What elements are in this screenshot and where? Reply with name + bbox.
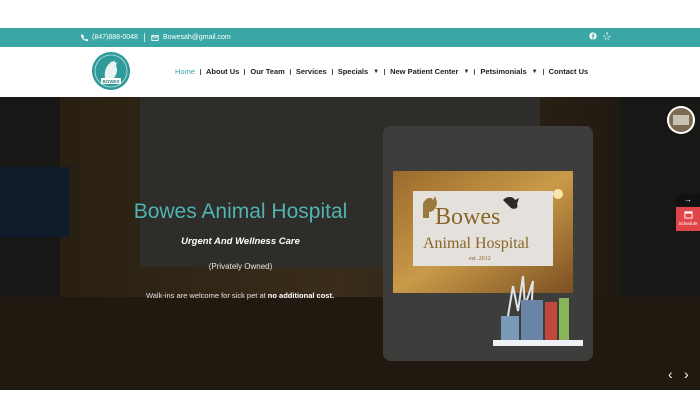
chevron-down-icon: ▼ — [463, 68, 470, 75]
contact-info: (847)888-0048 Bowesah@gmail.com — [80, 33, 231, 42]
site-logo[interactable]: BOWES — [92, 52, 130, 90]
logo-graphic — [92, 52, 130, 90]
top-contact-bar: (847)888-0048 Bowesah@gmail.com — [0, 28, 700, 47]
yelp-icon[interactable] — [603, 32, 611, 40]
nav-label: Petsimonials — [480, 67, 527, 76]
schedule-button[interactable]: Schedule — [676, 207, 700, 231]
nav-contact-us[interactable]: Contact Us — [549, 67, 589, 76]
slider-next-arrow[interactable]: › — [684, 366, 689, 382]
slider-prev-arrow[interactable]: ‹ — [668, 366, 673, 382]
walkin-prefix: Walk-ins are welcome for sick pet at — [145, 291, 268, 300]
hero-title: Bowes Animal Hospital — [133, 200, 348, 223]
nav-divider — [542, 68, 544, 75]
nav-specials[interactable]: Specials ▼ — [338, 67, 379, 76]
divider — [143, 33, 145, 42]
nav-home[interactable]: Home — [175, 67, 195, 76]
nav-divider — [384, 68, 386, 75]
nav-label: Services — [295, 67, 327, 76]
phone-icon — [80, 34, 88, 41]
walkin-highlight: no additional cost. — [267, 291, 335, 300]
side-arrow-button[interactable]: → — [676, 194, 700, 206]
email-address[interactable]: Bowesah@gmail.com — [163, 34, 231, 41]
hero-walkin-text: Walk-ins are welcome for sick pet at no … — [100, 291, 380, 300]
nav-our-team[interactable]: Our Team — [250, 67, 284, 76]
nav-new-patient-center[interactable]: New Patient Center ▼ — [390, 67, 469, 76]
main-navigation: Home About Us Our Team Services Specials… — [175, 67, 588, 76]
chevron-down-icon: ▼ — [531, 68, 538, 75]
hero-ownership: (Privately Owned) — [208, 262, 273, 271]
calendar-icon — [683, 211, 693, 219]
phone-number[interactable]: (847)888-0048 — [92, 34, 138, 41]
sign-line3: est. 2012 — [469, 256, 491, 262]
nav-services[interactable]: Services — [296, 67, 327, 76]
chevron-down-icon: ▼ — [373, 68, 380, 75]
nav-divider — [200, 68, 202, 75]
nav-label: About Us — [206, 67, 240, 76]
nav-about-us[interactable]: About Us — [206, 67, 239, 76]
sign-line1: Bowes — [435, 204, 500, 230]
nav-divider — [331, 68, 333, 75]
hero-subtitle: Urgent And Wellness Care — [181, 236, 300, 247]
thumbnail-image — [667, 106, 695, 134]
facebook-icon[interactable] — [589, 32, 597, 40]
nav-label: Contact Us — [548, 67, 589, 76]
nav-petsimonials[interactable]: Petsimonials ▼ — [480, 67, 537, 76]
nav-label: Home — [175, 67, 196, 76]
nav-divider — [244, 68, 246, 75]
logo-text: BOWES — [102, 79, 120, 84]
nav-divider — [474, 68, 476, 75]
video-thumbnail[interactable] — [667, 106, 695, 134]
hospital-sign-photo: Bowes Animal Hospital est. 2012 — [383, 126, 593, 361]
sign-line2: Animal Hospital — [423, 235, 530, 252]
hero-image-card: Bowes Animal Hospital est. 2012 — [383, 126, 593, 361]
social-links — [589, 32, 611, 40]
nav-label: Our Team — [250, 67, 285, 76]
nav-divider — [289, 68, 291, 75]
schedule-label: Schedule — [678, 221, 698, 226]
nav-label: New Patient Center — [390, 67, 459, 76]
nav-label: Specials — [337, 67, 369, 76]
email-icon — [151, 34, 159, 41]
